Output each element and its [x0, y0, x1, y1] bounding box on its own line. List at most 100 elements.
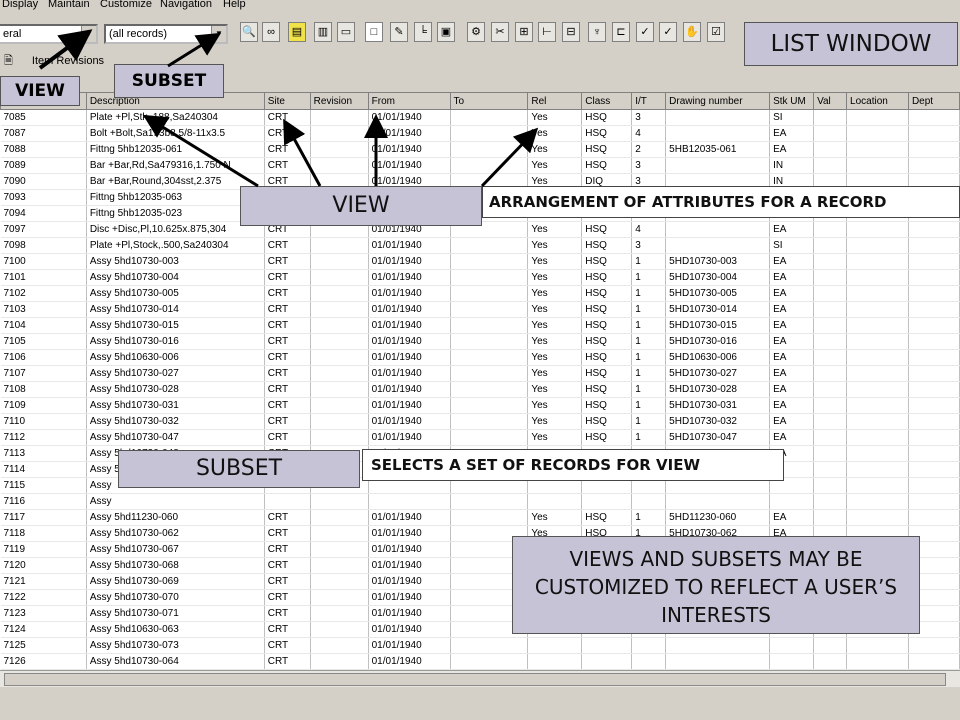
table-cell — [813, 333, 848, 350]
subset-callout-label: SUBSET — [195, 456, 283, 481]
table-row[interactable]: 7088 Fittng 5hb12035-061 CRT 01/01/1940 Yes H… — [0, 141, 960, 158]
column-header[interactable]: Stk UM — [769, 92, 815, 110]
table-cell — [310, 285, 369, 302]
table-cell — [450, 109, 529, 126]
table-cell — [310, 621, 369, 638]
table-cell: EA — [769, 221, 815, 238]
glasses-icon[interactable]: ∞ — [262, 22, 280, 42]
column-header[interactable]: To — [449, 92, 529, 110]
table-row[interactable]: 7106 Assy 5hd10630-006 CRT 01/01/1940 Yes HSQ… — [0, 349, 960, 366]
table-row[interactable]: 7126 Assy 5hd10730-064 CRT 01/01/1940 — [0, 653, 960, 670]
table-row[interactable]: 7109 Assy 5hd10730-031 CRT 01/01/1940 Yes HSQ… — [0, 397, 960, 414]
list-tree-icon[interactable]: ⊏ — [612, 22, 630, 42]
customize-note-text: VIEWS AND SUBSETS MAY BE CUSTOMIZED TO R… — [534, 547, 898, 627]
check-arrow-icon[interactable]: ✓ — [659, 22, 677, 42]
table-row[interactable]: 7100 Assy 5hd10730-003 CRT 01/01/1940 Yes HSQ… — [0, 253, 960, 270]
note-icon[interactable]: ▤ — [288, 22, 306, 42]
menu-help[interactable]: Help — [223, 0, 246, 10]
new-document-icon[interactable]: □ — [365, 22, 383, 42]
table-cell — [908, 333, 960, 350]
table-row[interactable]: 7107 Assy 5hd10730-027 CRT 01/01/1940 Yes HSQ… — [0, 365, 960, 382]
table-cell: IN — [769, 157, 815, 174]
chevron-down-icon[interactable]: ▼ — [81, 26, 96, 42]
table-cell: CRT — [264, 141, 311, 158]
table-cell: 1 — [631, 509, 667, 526]
table-cell: 7121 — [0, 573, 87, 590]
table-cell — [665, 157, 771, 174]
chevron-down-icon[interactable]: ▼ — [211, 26, 226, 42]
table-row[interactable]: 7101 Assy 5hd10730-004 CRT 01/01/1940 Yes HSQ… — [0, 269, 960, 286]
table-cell: CRT — [264, 381, 311, 398]
table-cell: HSQ — [581, 365, 633, 382]
table-cell: 7126 — [0, 653, 87, 670]
menu-display[interactable]: Display — [2, 0, 38, 10]
scrollbar-thumb[interactable] — [4, 673, 946, 686]
item-icon[interactable]: ╘ — [414, 22, 432, 42]
gear-hand-icon[interactable]: ⚙ — [467, 22, 485, 42]
check-icon[interactable]: ✓ — [636, 22, 654, 42]
table-row[interactable]: 7102 Assy 5hd10730-005 CRT 01/01/1940 Yes HSQ… — [0, 285, 960, 302]
table-row[interactable]: 7089 Bar +Bar,Rd,Sa479316,1.750 N CRT 01/01… — [0, 157, 960, 174]
table-cell: Assy 5hd10730-027 — [86, 365, 265, 382]
column-header[interactable]: I/T — [631, 92, 667, 110]
printer-icon[interactable]: ▥ — [314, 22, 332, 42]
table-cell — [769, 637, 815, 654]
menu-maintain[interactable]: Maintain — [48, 0, 90, 10]
windows-icon[interactable]: ▣ — [437, 22, 455, 42]
view-select[interactable]: eral ▼ — [0, 24, 98, 44]
table-cell — [908, 253, 960, 270]
table-row[interactable]: 7103 Assy 5hd10730-014 CRT 01/01/1940 Yes HSQ… — [0, 301, 960, 318]
table-cell: 01/01/1940 — [368, 557, 451, 574]
find-icon[interactable]: 🔍 — [240, 22, 258, 42]
column-header[interactable]: Class — [581, 92, 633, 110]
table-cell — [450, 637, 529, 654]
bom-icon[interactable]: ⊟ — [562, 22, 580, 42]
table-cell — [527, 653, 583, 670]
print-icon[interactable]: ▭ — [337, 22, 355, 42]
table-row[interactable]: 7087 Bolt +Bolt,Sa193b8,5/8-11x3.5 CRT 01/0… — [0, 125, 960, 142]
table-cell — [450, 349, 529, 366]
handshake-icon[interactable]: ✋ — [683, 22, 701, 42]
table-cell: Fittng 5hb12035-061 — [86, 141, 265, 158]
tree-icon[interactable]: ♆ — [588, 22, 606, 42]
table-cell: 2 — [631, 141, 667, 158]
tools-icon[interactable]: ✂ — [491, 22, 509, 42]
table-row[interactable]: 7098 Plate +Pl,Stock,.500,Sa240304 CRT 01/0… — [0, 237, 960, 254]
structure-icon[interactable]: ⊢ — [538, 22, 556, 42]
table-row[interactable]: 7125 Assy 5hd10730-073 CRT 01/01/1940 — [0, 637, 960, 654]
table-cell: CRT — [264, 109, 311, 126]
table-row[interactable]: 7105 Assy 5hd10730-016 CRT 01/01/1940 Yes HSQ… — [0, 333, 960, 350]
table-cell — [813, 301, 848, 318]
table-cell: HSQ — [581, 397, 633, 414]
menu-customize[interactable]: Customize — [100, 0, 152, 10]
table-row[interactable]: 7110 Assy 5hd10730-032 CRT 01/01/1940 Yes HSQ… — [0, 413, 960, 430]
table-row[interactable]: 7104 Assy 5hd10730-015 CRT 01/01/1940 Yes HSQ… — [0, 317, 960, 334]
table-cell: Assy 5hd10730-031 — [86, 397, 265, 414]
column-header[interactable]: Site — [263, 92, 311, 110]
table-row[interactable]: 7116 Assy — [0, 493, 960, 510]
column-header[interactable]: Rel — [527, 92, 583, 110]
table-row[interactable]: 7112 Assy 5hd10730-047 CRT 01/01/1940 Yes HSQ… — [0, 429, 960, 446]
table-row[interactable]: 7085 Plate +Pl,Stk,.188,Sa240304 CRT 01/01/… — [0, 109, 960, 126]
pencil-icon[interactable]: ✎ — [390, 22, 408, 42]
horizontal-scrollbar[interactable] — [0, 670, 960, 687]
column-header[interactable]: From — [367, 92, 451, 110]
subset-select[interactable]: (all records) ▼ — [104, 24, 228, 44]
table-cell — [450, 301, 529, 318]
menu-navigation[interactable]: Navigation — [160, 0, 212, 10]
column-header[interactable]: Location — [846, 92, 909, 110]
column-header[interactable]: Dept — [907, 92, 960, 110]
checklist-icon[interactable]: ☑ — [707, 22, 725, 42]
table-row[interactable]: 7108 Assy 5hd10730-028 CRT 01/01/1940 Yes HSQ… — [0, 381, 960, 398]
table-cell: Yes — [527, 333, 583, 350]
column-header[interactable]: Val — [813, 92, 848, 110]
table-cell: 7085 — [0, 109, 87, 126]
item-revisions-tab[interactable]: 🗎 Item Revisions — [4, 52, 104, 71]
table-cell — [310, 653, 369, 670]
column-header[interactable]: Revision — [309, 92, 369, 110]
table-cell — [310, 493, 369, 510]
column-header[interactable]: Drawing number — [665, 92, 771, 110]
table-row[interactable]: 7117 Assy 5hd11230-060 CRT 01/01/1940 Yes HSQ… — [0, 509, 960, 526]
table-cell: Yes — [527, 413, 583, 430]
where-used-icon[interactable]: ⊞ — [515, 22, 533, 42]
